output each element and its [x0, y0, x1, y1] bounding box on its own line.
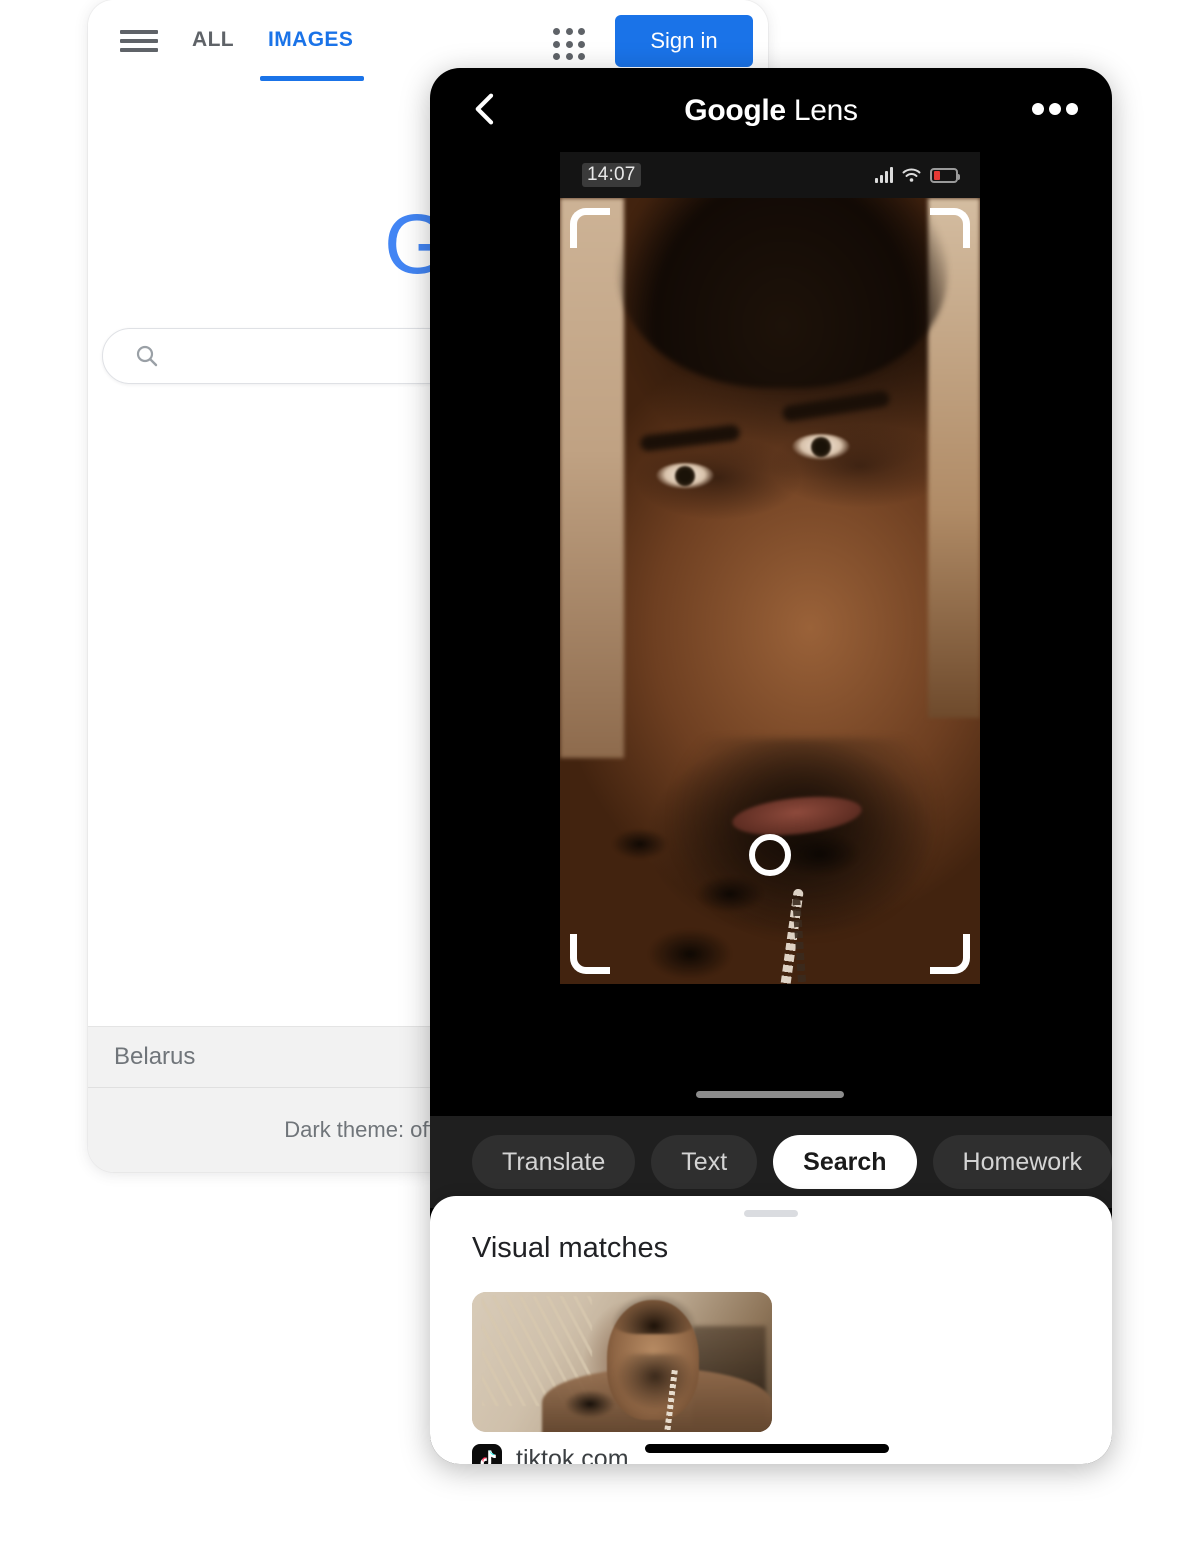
visual-matches-sheet: Visual matches tiktok.com: [430, 1196, 1112, 1464]
more-options-icon[interactable]: [1032, 102, 1078, 116]
match-source-label: tiktok.com: [516, 1444, 629, 1465]
footer-link-dark-theme[interactable]: Dark theme: off: [284, 1117, 434, 1143]
screenshot-root: ALL IMAGES Sign in Google Belarus Dark t…: [0, 0, 1200, 1568]
chip-search[interactable]: Search: [773, 1135, 917, 1189]
lens-title-bold: Google: [684, 94, 786, 127]
tab-all[interactable]: ALL: [192, 28, 234, 52]
footer-region-label: Belarus: [114, 1043, 196, 1070]
tab-images[interactable]: IMAGES: [268, 28, 353, 52]
thumb-subject-tattoo: [550, 1376, 640, 1432]
lens-header: Google Lens: [430, 68, 1112, 148]
chip-homework[interactable]: Homework: [932, 1135, 1112, 1189]
google-apps-grid-icon[interactable]: [553, 28, 587, 62]
hamburger-menu-icon[interactable]: [120, 26, 158, 56]
lens-title-light: Lens: [785, 94, 858, 127]
device-home-indicator: [645, 1444, 889, 1453]
photo-subject-eye-left: [656, 463, 714, 489]
active-tab-underline: [260, 76, 364, 81]
captured-phone-screenshot: 14:07: [560, 152, 980, 1116]
match-source-row[interactable]: tiktok.com: [472, 1444, 629, 1464]
shutter-button-icon[interactable]: [749, 834, 791, 876]
tiktok-icon: [472, 1444, 502, 1464]
match-thumbnail-image[interactable]: [472, 1292, 772, 1432]
battery-low-icon: [930, 167, 960, 183]
cellular-signal-icon: [875, 167, 893, 183]
status-time: 14:07: [582, 163, 641, 187]
lens-camera-viewport: [560, 198, 980, 984]
capture-frame-bracket-bottom-right: [930, 934, 970, 974]
phone-status-bar: 14:07: [560, 152, 980, 198]
wifi-icon: [902, 168, 921, 182]
photo-background-left: [560, 198, 624, 758]
sign-in-button[interactable]: Sign in: [615, 15, 753, 67]
google-lens-panel: Google Lens 14:07 Translate Text Search …: [430, 68, 1112, 1464]
chip-text[interactable]: Text: [651, 1135, 758, 1189]
capture-frame-bracket-top-right: [930, 208, 970, 248]
home-indicator-icon: [696, 1091, 844, 1098]
visual-matches-title: Visual matches: [472, 1232, 669, 1264]
photo-subject-tattoo: [570, 764, 870, 984]
photo-subject-eye-right: [792, 434, 850, 460]
capture-frame-bracket-top-left: [570, 208, 610, 248]
status-icons: [875, 167, 960, 183]
search-icon: [136, 345, 158, 367]
capture-frame-bracket-bottom-left: [570, 934, 610, 974]
chip-translate[interactable]: Translate: [472, 1135, 636, 1189]
lens-mode-chips[interactable]: Translate Text Search Homework Shopping: [430, 1116, 1112, 1208]
thumb-subject-hair: [612, 1294, 696, 1334]
drag-handle-icon[interactable]: [744, 1210, 798, 1217]
lens-title: Google Lens: [430, 94, 1112, 128]
